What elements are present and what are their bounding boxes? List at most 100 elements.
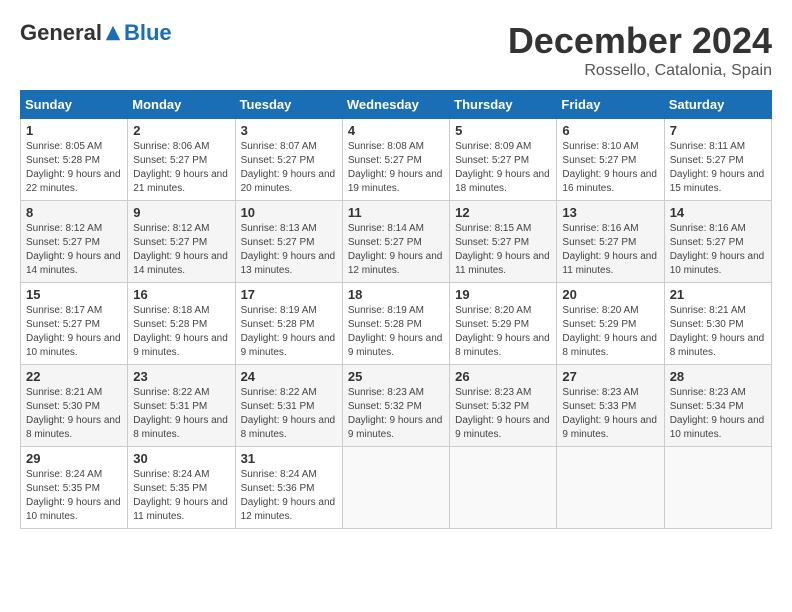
- weekday-header-row: SundayMondayTuesdayWednesdayThursdayFrid…: [21, 91, 772, 119]
- day-number: 28: [670, 369, 766, 384]
- day-info: Sunrise: 8:12 AMSunset: 5:27 PMDaylight:…: [133, 222, 229, 278]
- day-info: Sunrise: 8:21 AMSunset: 5:30 PMDaylight:…: [26, 386, 122, 442]
- calendar-week-row: 8 Sunrise: 8:12 AMSunset: 5:27 PMDaylight…: [21, 201, 772, 283]
- calendar-day-cell: 13 Sunrise: 8:16 AMSunset: 5:27 PMDayligh…: [557, 201, 664, 283]
- calendar-day-cell: 8 Sunrise: 8:12 AMSunset: 5:27 PMDaylight…: [21, 201, 128, 283]
- day-number: 22: [26, 369, 122, 384]
- day-info: Sunrise: 8:12 AMSunset: 5:27 PMDaylight:…: [26, 222, 122, 278]
- empty-cell: [664, 447, 771, 529]
- day-info: Sunrise: 8:24 AMSunset: 5:35 PMDaylight:…: [133, 468, 229, 524]
- day-info: Sunrise: 8:22 AMSunset: 5:31 PMDaylight:…: [241, 386, 337, 442]
- location: Rossello, Catalonia, Spain: [508, 62, 772, 80]
- day-info: Sunrise: 8:23 AMSunset: 5:32 PMDaylight:…: [348, 386, 444, 442]
- day-number: 13: [562, 205, 658, 220]
- day-number: 30: [133, 451, 229, 466]
- day-info: Sunrise: 8:24 AMSunset: 5:36 PMDaylight:…: [241, 468, 337, 524]
- calendar-body: 1Sunrise: 8:05 AMSunset: 5:28 PMDaylight…: [21, 119, 772, 529]
- calendar-day-cell: 4 Sunrise: 8:08 AMSunset: 5:27 PMDaylight…: [342, 119, 449, 201]
- day-number: 2: [133, 123, 229, 138]
- calendar-day-cell: 21 Sunrise: 8:21 AMSunset: 5:30 PMDayligh…: [664, 283, 771, 365]
- calendar-day-cell: 29 Sunrise: 8:24 AMSunset: 5:35 PMDayligh…: [21, 447, 128, 529]
- day-number: 7: [670, 123, 766, 138]
- weekday-header-thursday: Thursday: [450, 91, 557, 119]
- day-info: Sunrise: 8:17 AMSunset: 5:27 PMDaylight:…: [26, 304, 122, 360]
- empty-cell: [450, 447, 557, 529]
- day-number: 23: [133, 369, 229, 384]
- calendar-day-cell: 26 Sunrise: 8:23 AMSunset: 5:32 PMDayligh…: [450, 365, 557, 447]
- day-number: 6: [562, 123, 658, 138]
- calendar-day-cell: 27 Sunrise: 8:23 AMSunset: 5:33 PMDayligh…: [557, 365, 664, 447]
- calendar-day-cell: 30 Sunrise: 8:24 AMSunset: 5:35 PMDayligh…: [128, 447, 235, 529]
- empty-cell: [342, 447, 449, 529]
- day-number: 20: [562, 287, 658, 302]
- page-header: General Blue December 2024 Rossello, Cat…: [20, 20, 772, 80]
- calendar-day-cell: 11 Sunrise: 8:14 AMSunset: 5:27 PMDayligh…: [342, 201, 449, 283]
- logo: General Blue: [20, 20, 172, 46]
- day-info: Sunrise: 8:20 AMSunset: 5:29 PMDaylight:…: [562, 304, 658, 360]
- day-info: Sunrise: 8:14 AMSunset: 5:27 PMDaylight:…: [348, 222, 444, 278]
- day-info: Sunrise: 8:18 AMSunset: 5:28 PMDaylight:…: [133, 304, 229, 360]
- day-number: 17: [241, 287, 337, 302]
- day-number: 10: [241, 205, 337, 220]
- calendar-day-cell: 6 Sunrise: 8:10 AMSunset: 5:27 PMDaylight…: [557, 119, 664, 201]
- weekday-header-friday: Friday: [557, 91, 664, 119]
- day-info: Sunrise: 8:19 AMSunset: 5:28 PMDaylight:…: [348, 304, 444, 360]
- logo-icon: [104, 24, 122, 42]
- day-info: Sunrise: 8:07 AMSunset: 5:27 PMDaylight:…: [241, 140, 337, 196]
- day-number: 21: [670, 287, 766, 302]
- day-info: Sunrise: 8:23 AMSunset: 5:33 PMDaylight:…: [562, 386, 658, 442]
- day-info: Sunrise: 8:16 AMSunset: 5:27 PMDaylight:…: [562, 222, 658, 278]
- calendar-day-cell: 20 Sunrise: 8:20 AMSunset: 5:29 PMDayligh…: [557, 283, 664, 365]
- calendar-day-cell: 1Sunrise: 8:05 AMSunset: 5:28 PMDaylight…: [21, 119, 128, 201]
- day-number: 24: [241, 369, 337, 384]
- calendar-week-row: 15 Sunrise: 8:17 AMSunset: 5:27 PMDayligh…: [21, 283, 772, 365]
- day-info: Sunrise: 8:21 AMSunset: 5:30 PMDaylight:…: [670, 304, 766, 360]
- day-number: 1: [26, 123, 122, 138]
- calendar-week-row: 22 Sunrise: 8:21 AMSunset: 5:30 PMDayligh…: [21, 365, 772, 447]
- month-title: December 2024: [508, 20, 772, 62]
- day-info: Sunrise: 8:19 AMSunset: 5:28 PMDaylight:…: [241, 304, 337, 360]
- day-info: Sunrise: 8:15 AMSunset: 5:27 PMDaylight:…: [455, 222, 551, 278]
- day-number: 4: [348, 123, 444, 138]
- calendar-day-cell: 19Sunrise: 8:20 AMSunset: 5:29 PMDayligh…: [450, 283, 557, 365]
- weekday-header-sunday: Sunday: [21, 91, 128, 119]
- day-number: 15: [26, 287, 122, 302]
- calendar-day-cell: 5Sunrise: 8:09 AMSunset: 5:27 PMDaylight…: [450, 119, 557, 201]
- day-info: Sunrise: 8:10 AMSunset: 5:27 PMDaylight:…: [562, 140, 658, 196]
- day-info: Sunrise: 8:23 AMSunset: 5:34 PMDaylight:…: [670, 386, 766, 442]
- day-info: Sunrise: 8:11 AMSunset: 5:27 PMDaylight:…: [670, 140, 766, 196]
- calendar-day-cell: 7 Sunrise: 8:11 AMSunset: 5:27 PMDaylight…: [664, 119, 771, 201]
- weekday-header-saturday: Saturday: [664, 91, 771, 119]
- calendar-day-cell: 3Sunrise: 8:07 AMSunset: 5:27 PMDaylight…: [235, 119, 342, 201]
- calendar-day-cell: 17 Sunrise: 8:19 AMSunset: 5:28 PMDayligh…: [235, 283, 342, 365]
- weekday-header-tuesday: Tuesday: [235, 91, 342, 119]
- day-number: 27: [562, 369, 658, 384]
- calendar-day-cell: 2 Sunrise: 8:06 AMSunset: 5:27 PMDaylight…: [128, 119, 235, 201]
- day-info: Sunrise: 8:22 AMSunset: 5:31 PMDaylight:…: [133, 386, 229, 442]
- calendar-day-cell: 28 Sunrise: 8:23 AMSunset: 5:34 PMDayligh…: [664, 365, 771, 447]
- day-number: 29: [26, 451, 122, 466]
- day-number: 31: [241, 451, 337, 466]
- day-number: 25: [348, 369, 444, 384]
- calendar-day-cell: 16 Sunrise: 8:18 AMSunset: 5:28 PMDayligh…: [128, 283, 235, 365]
- day-info: Sunrise: 8:08 AMSunset: 5:27 PMDaylight:…: [348, 140, 444, 196]
- weekday-header-monday: Monday: [128, 91, 235, 119]
- day-number: 11: [348, 205, 444, 220]
- day-number: 9: [133, 205, 229, 220]
- day-info: Sunrise: 8:23 AMSunset: 5:32 PMDaylight:…: [455, 386, 551, 442]
- title-block: December 2024 Rossello, Catalonia, Spain: [508, 20, 772, 80]
- day-info: Sunrise: 8:24 AMSunset: 5:35 PMDaylight:…: [26, 468, 122, 524]
- calendar-week-row: 1Sunrise: 8:05 AMSunset: 5:28 PMDaylight…: [21, 119, 772, 201]
- day-number: 12: [455, 205, 551, 220]
- day-number: 16: [133, 287, 229, 302]
- calendar-day-cell: 22 Sunrise: 8:21 AMSunset: 5:30 PMDayligh…: [21, 365, 128, 447]
- calendar-day-cell: 14Sunrise: 8:16 AMSunset: 5:27 PMDayligh…: [664, 201, 771, 283]
- day-number: 26: [455, 369, 551, 384]
- day-number: 8: [26, 205, 122, 220]
- calendar-day-cell: 31 Sunrise: 8:24 AMSunset: 5:36 PMDayligh…: [235, 447, 342, 529]
- calendar-day-cell: 10 Sunrise: 8:13 AMSunset: 5:27 PMDayligh…: [235, 201, 342, 283]
- day-info: Sunrise: 8:13 AMSunset: 5:27 PMDaylight:…: [241, 222, 337, 278]
- day-info: Sunrise: 8:06 AMSunset: 5:27 PMDaylight:…: [133, 140, 229, 196]
- calendar-day-cell: 24 Sunrise: 8:22 AMSunset: 5:31 PMDayligh…: [235, 365, 342, 447]
- empty-cell: [557, 447, 664, 529]
